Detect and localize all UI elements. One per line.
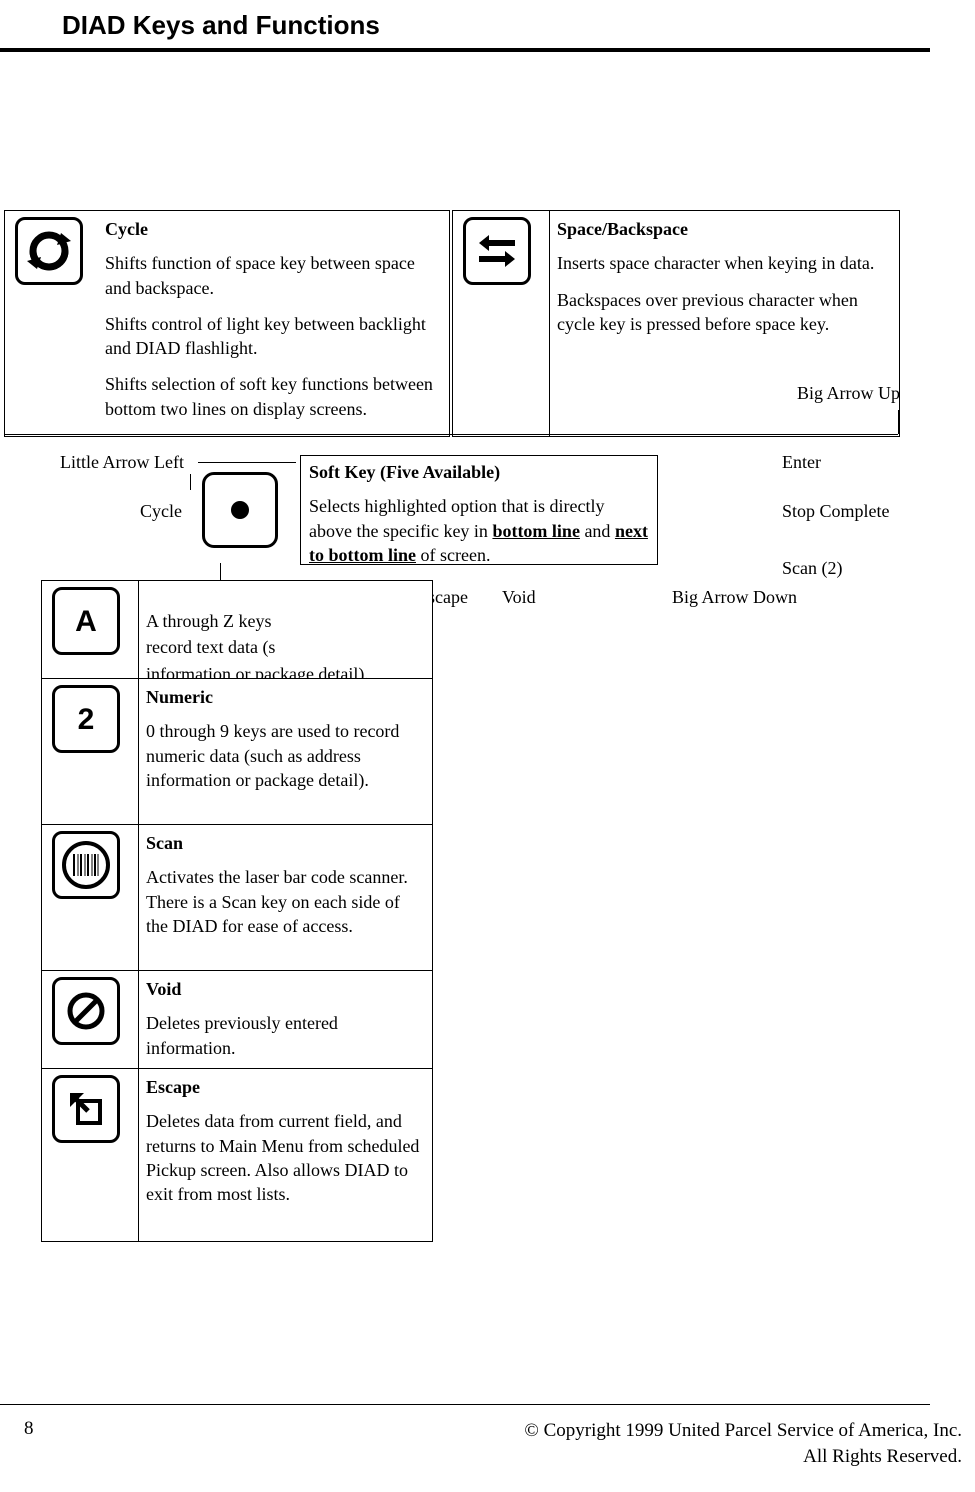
space-backspace-icon <box>463 217 531 285</box>
softkey-icon <box>202 472 278 548</box>
scan-desc: Activates the laser bar code scanner. Th… <box>146 865 426 938</box>
scan-row: Scan Activates the laser bar code scanne… <box>41 824 433 972</box>
label-scan2: Scan (2) <box>782 558 842 579</box>
alpha-line2: record text data (s <box>146 635 426 659</box>
softkey-desc: Selects highlighted option that is direc… <box>309 494 649 567</box>
label-void: Void <box>502 587 536 608</box>
numeric-icon: 2 <box>52 685 120 753</box>
page-number: 8 <box>24 1418 34 1440</box>
cycle-p3: Shifts selection of soft key functions b… <box>105 372 435 421</box>
tick-lal <box>190 474 191 490</box>
space-bs-p2: Backspaces over previous character when … <box>557 288 887 337</box>
rule-under-top-boxes <box>4 434 898 435</box>
svg-text:2: 2 <box>78 703 95 736</box>
escape-title: Escape <box>146 1075 426 1099</box>
svg-text:A: A <box>75 605 97 638</box>
page-title: DIAD Keys and Functions <box>62 10 380 41</box>
header-rule <box>0 48 930 52</box>
numeric-desc: 0 through 9 keys are used to record nume… <box>146 719 426 792</box>
footer-rule <box>0 1404 930 1405</box>
escape-row: Escape Deletes data from current field, … <box>41 1068 433 1242</box>
space-bs-p1: Inserts space character when keying in d… <box>557 251 887 275</box>
alpha-row: A A through Z keys record text data (s i… <box>41 580 433 680</box>
label-stop-complete: Stop Complete <box>782 501 890 522</box>
softkey-title: Soft Key (Five Available) <box>309 460 649 484</box>
numeric-title: Numeric <box>146 685 426 709</box>
escape-desc: Deletes data from current field, and ret… <box>146 1109 426 1206</box>
cycle-icon <box>15 217 83 285</box>
footer-copyright: © Copyright 1999 United Parcel Service o… <box>524 1418 962 1469</box>
void-row: Void Deletes previously entered informat… <box>41 970 433 1070</box>
space-bs-title: Space/Backspace <box>557 217 887 241</box>
softkey-box: Soft Key (Five Available) Selects highli… <box>300 455 658 565</box>
alpha-line1: A through Z keys <box>146 609 426 633</box>
cycle-p2: Shifts control of light key between back… <box>105 312 435 361</box>
label-enter: Enter <box>782 452 821 473</box>
numeric-row: 2 Numeric 0 through 9 keys are used to r… <box>41 678 433 826</box>
cycle-p1: Shifts function of space key between spa… <box>105 251 435 300</box>
scan-title: Scan <box>146 831 426 855</box>
escape-icon <box>52 1075 120 1143</box>
cycle-title: Cycle <box>105 217 435 241</box>
rule-lal <box>198 462 296 463</box>
label-little-arrow-left: Little Arrow Left <box>60 452 184 473</box>
tick-left-table <box>220 563 221 581</box>
scan-icon <box>52 831 120 899</box>
void-icon <box>52 977 120 1045</box>
void-title: Void <box>146 977 426 1001</box>
void-desc: Deletes previously entered information. <box>146 1011 426 1060</box>
alpha-icon: A <box>52 587 120 655</box>
tick-big-arrow-up <box>898 410 899 434</box>
label-big-arrow-up: Big Arrow Up <box>797 383 900 404</box>
cycle-box: Cycle Shifts function of space key betwe… <box>4 210 450 437</box>
label-cycle: Cycle <box>140 501 182 522</box>
label-big-arrow-down: Big Arrow Down <box>672 587 797 608</box>
